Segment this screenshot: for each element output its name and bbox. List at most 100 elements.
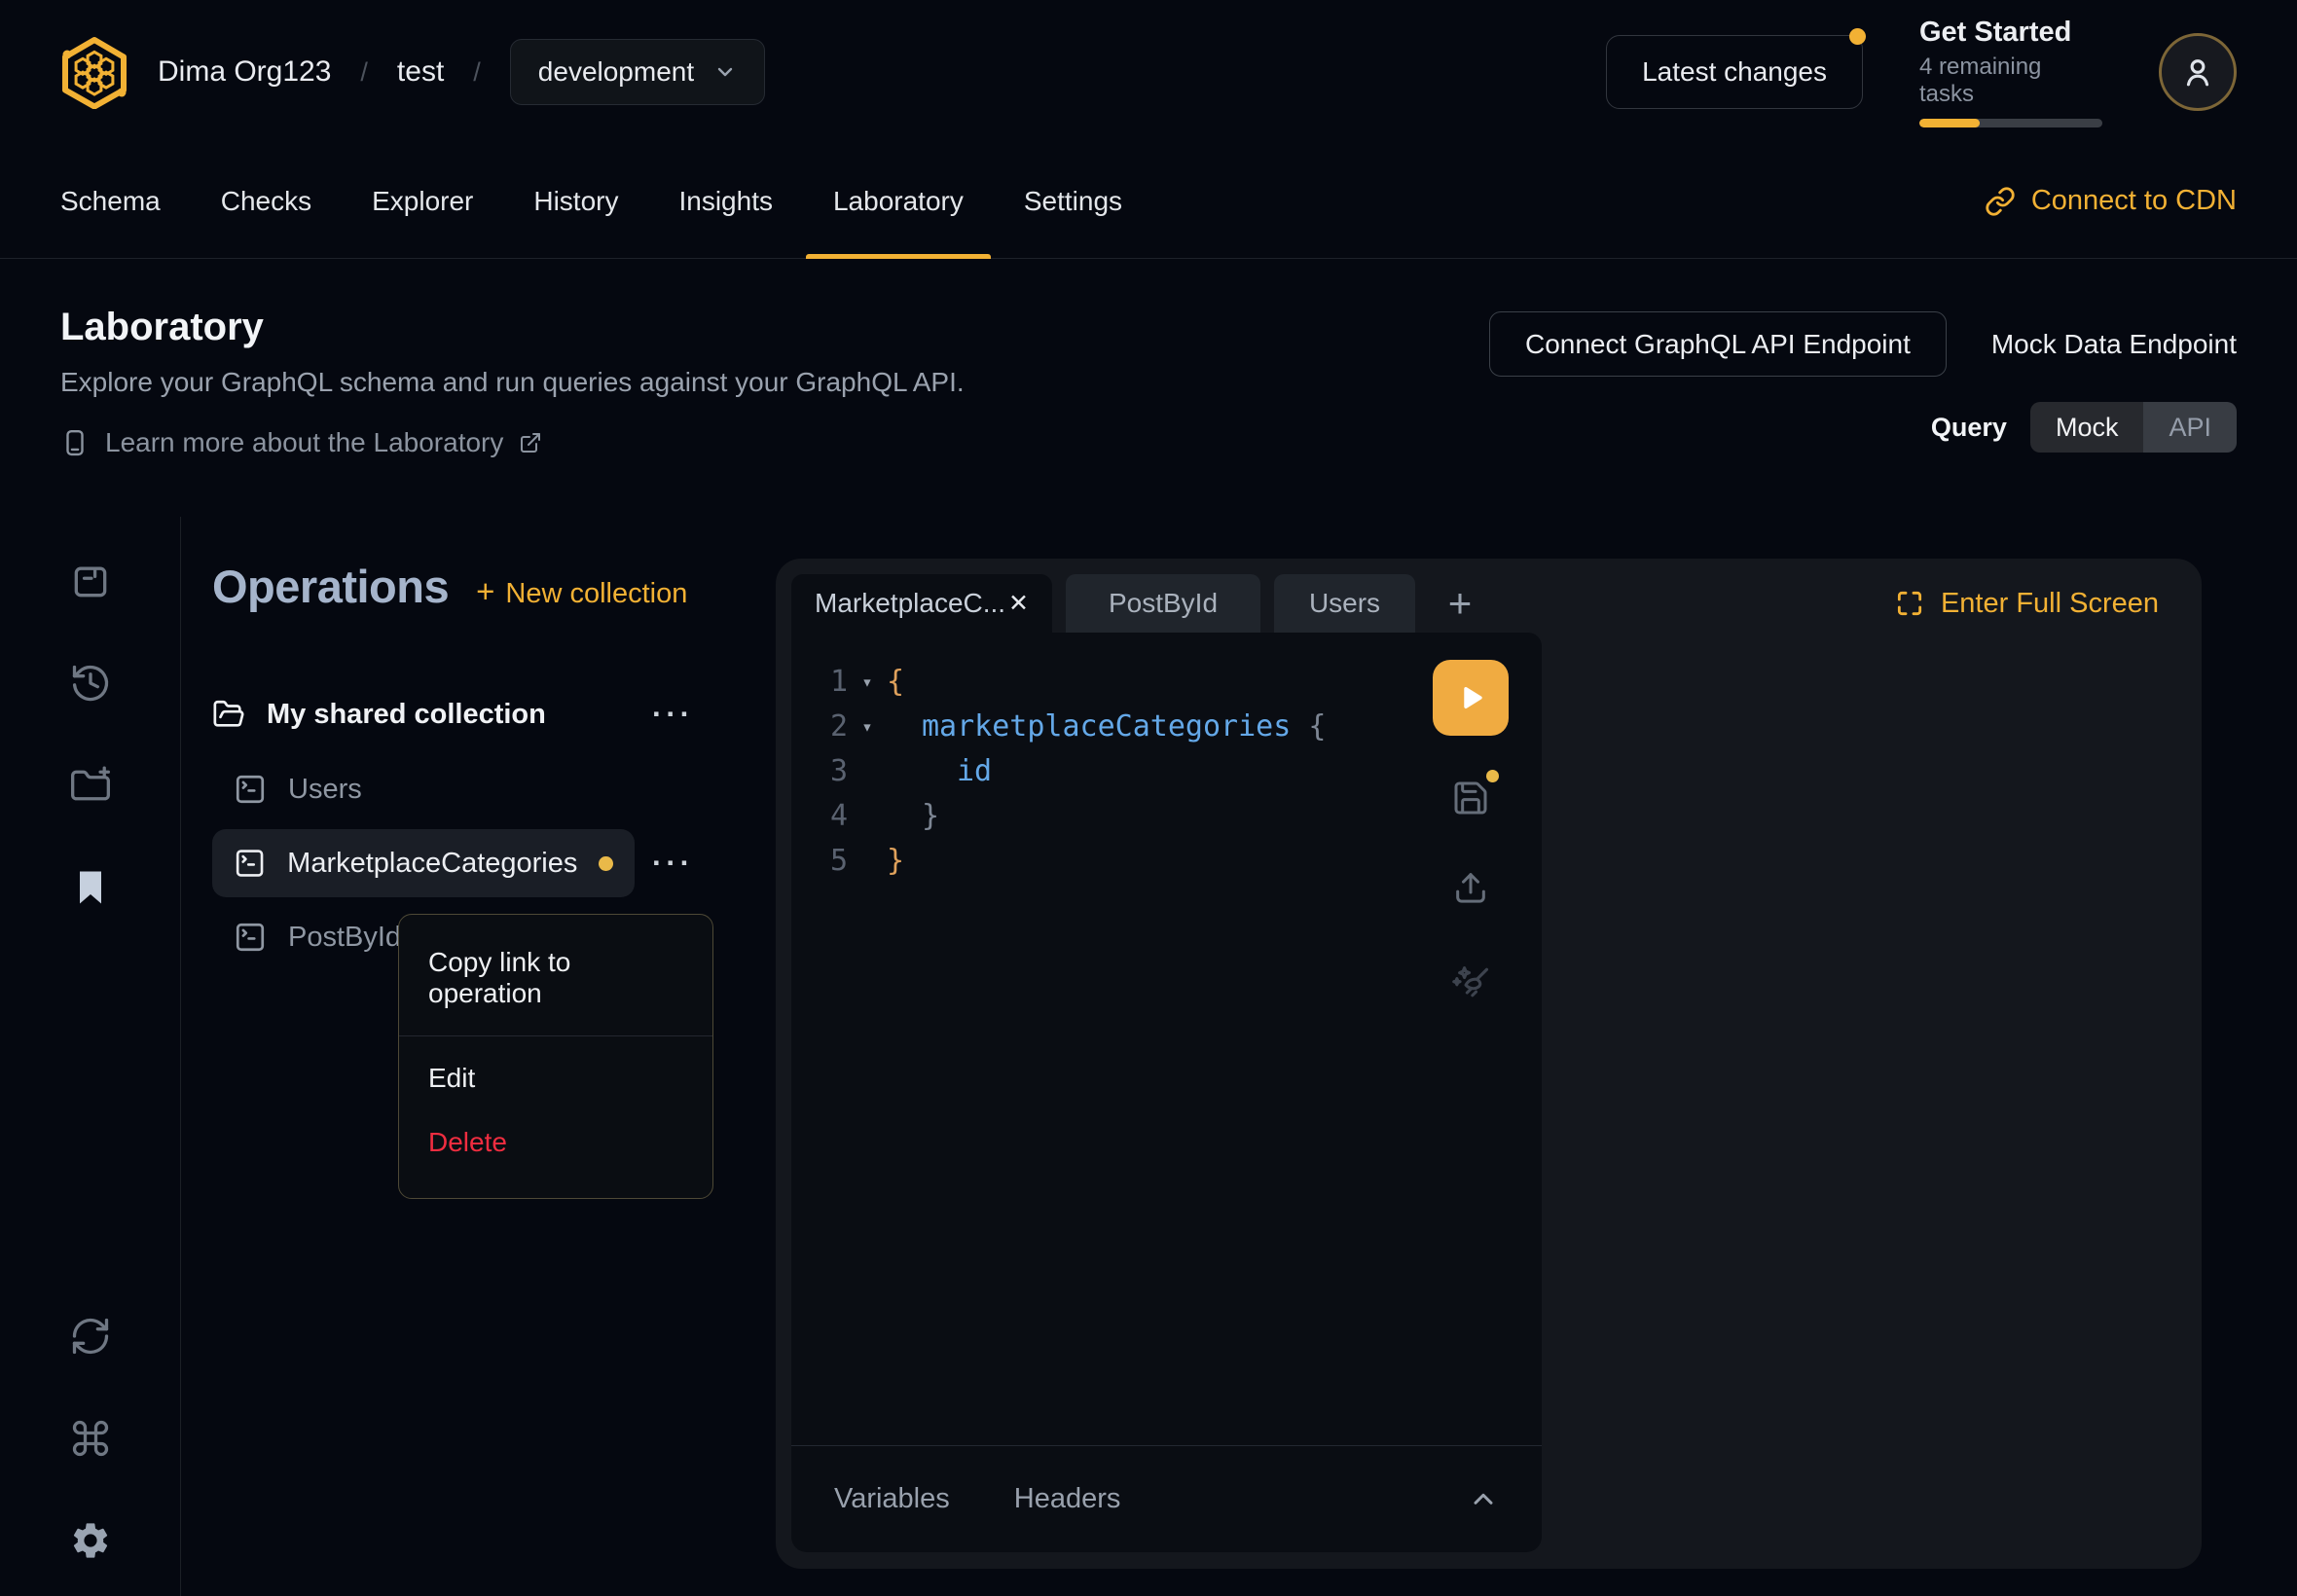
code-token: } — [887, 794, 939, 839]
operation-item-label: PostById — [288, 922, 401, 954]
query-editor[interactable]: 1 ▾ { 2 ▾ marketplaceCategories { 3 — [791, 633, 1542, 1552]
folder-open-icon — [212, 698, 245, 731]
line-number: 5 — [791, 839, 848, 884]
get-started-title: Get Started — [1919, 17, 2102, 49]
upload-icon — [1451, 868, 1490, 907]
breadcrumb: Dima Org123 / test / development — [158, 39, 765, 105]
latest-changes-button[interactable]: Latest changes — [1606, 35, 1863, 109]
code-token: } — [887, 839, 904, 884]
nav-tabs: Schema Checks Explorer History Insights … — [60, 144, 1122, 258]
get-started-widget[interactable]: Get Started 4 remaining tasks — [1919, 17, 2102, 127]
operation-item-label: Users — [288, 774, 362, 806]
editor-tab-label: MarketplaceC... — [815, 588, 1005, 619]
line-number: 1 — [791, 660, 848, 705]
line-number: 2 — [791, 705, 848, 749]
user-avatar[interactable] — [2159, 33, 2237, 111]
connect-to-cdn-link[interactable]: Connect to CDN — [1985, 185, 2237, 217]
line-number: 3 — [791, 749, 848, 794]
collection-header[interactable]: My shared collection ··· — [212, 687, 635, 742]
topbar-right: Latest changes Get Started 4 remaining t… — [1606, 17, 2237, 127]
bookmark-icon[interactable] — [69, 866, 112, 909]
code-line: 3 id — [791, 749, 1542, 794]
settings-gear-icon[interactable] — [69, 1519, 112, 1562]
environment-value: development — [538, 56, 694, 88]
collection-more-options-button[interactable]: ··· — [652, 697, 694, 732]
new-collection-button[interactable]: + New collection — [476, 573, 687, 610]
main-content: Operations + New collection My shared co… — [0, 517, 2297, 1596]
fold-arrow-icon[interactable]: ▾ — [848, 660, 887, 705]
operations-panel: Operations + New collection My shared co… — [181, 517, 718, 1596]
save-operation-button[interactable] — [1451, 779, 1490, 817]
operation-more-options-button[interactable]: ··· — [652, 846, 694, 881]
code-line: 4 } — [791, 794, 1542, 839]
editor-toolbar — [1433, 660, 1509, 1004]
run-query-button[interactable] — [1433, 660, 1509, 736]
nav-tab-checks[interactable]: Checks — [221, 144, 311, 258]
nav-tab-schema[interactable]: Schema — [60, 144, 161, 258]
prettify-button[interactable] — [1449, 961, 1492, 1004]
query-mode-toggle[interactable]: Mock API — [2030, 402, 2237, 453]
learn-more-label: Learn more about the Laboratory — [105, 427, 503, 458]
nav-tab-history[interactable]: History — [533, 144, 618, 258]
context-menu-copy-link[interactable]: Copy link to operation — [399, 930, 712, 1026]
command-shortcuts-icon[interactable] — [69, 1417, 112, 1460]
page-description: Explore your GraphQL schema and run quer… — [60, 367, 965, 398]
query-mode-row: Query Mock API — [1931, 402, 2237, 453]
nav-tab-explorer[interactable]: Explorer — [372, 144, 473, 258]
collections-icon[interactable] — [69, 560, 112, 602]
get-started-subtitle: 4 remaining tasks — [1919, 54, 2102, 108]
headers-tab[interactable]: Headers — [1014, 1483, 1121, 1515]
hive-logo-icon[interactable] — [60, 35, 128, 109]
mock-data-endpoint-button[interactable]: Mock Data Endpoint — [1991, 329, 2237, 360]
link-icon — [1985, 186, 2016, 217]
enter-fullscreen-button[interactable]: Enter Full Screen — [1894, 574, 2159, 633]
operation-context-menu: Copy link to operation Edit Delete — [398, 914, 713, 1199]
nav-tab-laboratory[interactable]: Laboratory — [833, 144, 964, 258]
editor-tabs: MarketplaceC... ✕ PostById Users + Enter… — [791, 574, 2186, 633]
close-tab-icon[interactable]: ✕ — [1008, 589, 1029, 618]
query-mode-api[interactable]: API — [2143, 402, 2237, 453]
latest-changes-label: Latest changes — [1642, 56, 1827, 88]
operation-item-label: MarketplaceCategories — [287, 848, 577, 880]
nav-tab-insights[interactable]: Insights — [678, 144, 773, 258]
breadcrumb-org[interactable]: Dima Org123 — [158, 55, 331, 89]
new-tab-button[interactable]: + — [1429, 574, 1491, 633]
environment-select[interactable]: development — [510, 39, 765, 105]
query-mode-mock[interactable]: Mock — [2030, 402, 2144, 453]
fold-arrow-icon[interactable]: ▾ — [848, 705, 887, 749]
breadcrumb-project[interactable]: test — [397, 55, 444, 89]
play-icon — [1454, 681, 1487, 714]
notification-dot — [1849, 28, 1866, 45]
editor-tab-postbyid[interactable]: PostById — [1066, 574, 1260, 633]
page-header-left: Laboratory Explore your GraphQL schema a… — [60, 306, 965, 458]
topbar: Dima Org123 / test / development Latest … — [0, 0, 2297, 144]
get-started-progressbar — [1919, 119, 2102, 127]
operations-title: Operations — [212, 560, 449, 613]
page-header: Laboratory Explore your GraphQL schema a… — [0, 259, 2297, 458]
variables-tab[interactable]: Variables — [834, 1483, 950, 1515]
connect-graphql-endpoint-button[interactable]: Connect GraphQL API Endpoint — [1489, 311, 1947, 377]
history-icon[interactable] — [69, 662, 112, 705]
laboratory-editor-panel: MarketplaceC... ✕ PostById Users + Enter… — [776, 559, 2202, 1569]
context-menu-edit[interactable]: Edit — [399, 1046, 712, 1110]
operation-item-users[interactable]: Users — [212, 755, 635, 823]
editor-tab-users[interactable]: Users — [1274, 574, 1415, 633]
chevron-down-icon — [713, 60, 737, 84]
unsaved-changes-dot — [599, 856, 613, 871]
context-menu-delete[interactable]: Delete — [399, 1110, 712, 1175]
operations-header: Operations + New collection — [212, 560, 718, 613]
nav-tab-settings[interactable]: Settings — [1024, 144, 1122, 258]
editor-tab-label: Users — [1309, 588, 1380, 619]
editor-tab-label: PostById — [1109, 588, 1218, 619]
endpoint-actions: Connect GraphQL API Endpoint Mock Data E… — [1489, 311, 2237, 377]
new-folder-icon[interactable] — [69, 764, 112, 807]
learn-more-link[interactable]: Learn more about the Laboratory — [60, 427, 965, 458]
fullscreen-icon — [1894, 588, 1925, 619]
share-operation-button[interactable] — [1451, 868, 1490, 907]
refresh-icon[interactable] — [69, 1315, 112, 1358]
editor-tab-marketplacecategories[interactable]: MarketplaceC... ✕ — [791, 574, 1052, 633]
code-area[interactable]: 1 ▾ { 2 ▾ marketplaceCategories { 3 — [791, 633, 1542, 884]
operation-item-marketplacecategories[interactable]: MarketplaceCategories ··· — [212, 829, 635, 897]
collapse-chevron-up-icon[interactable] — [1468, 1484, 1499, 1515]
save-icon — [1451, 779, 1490, 817]
